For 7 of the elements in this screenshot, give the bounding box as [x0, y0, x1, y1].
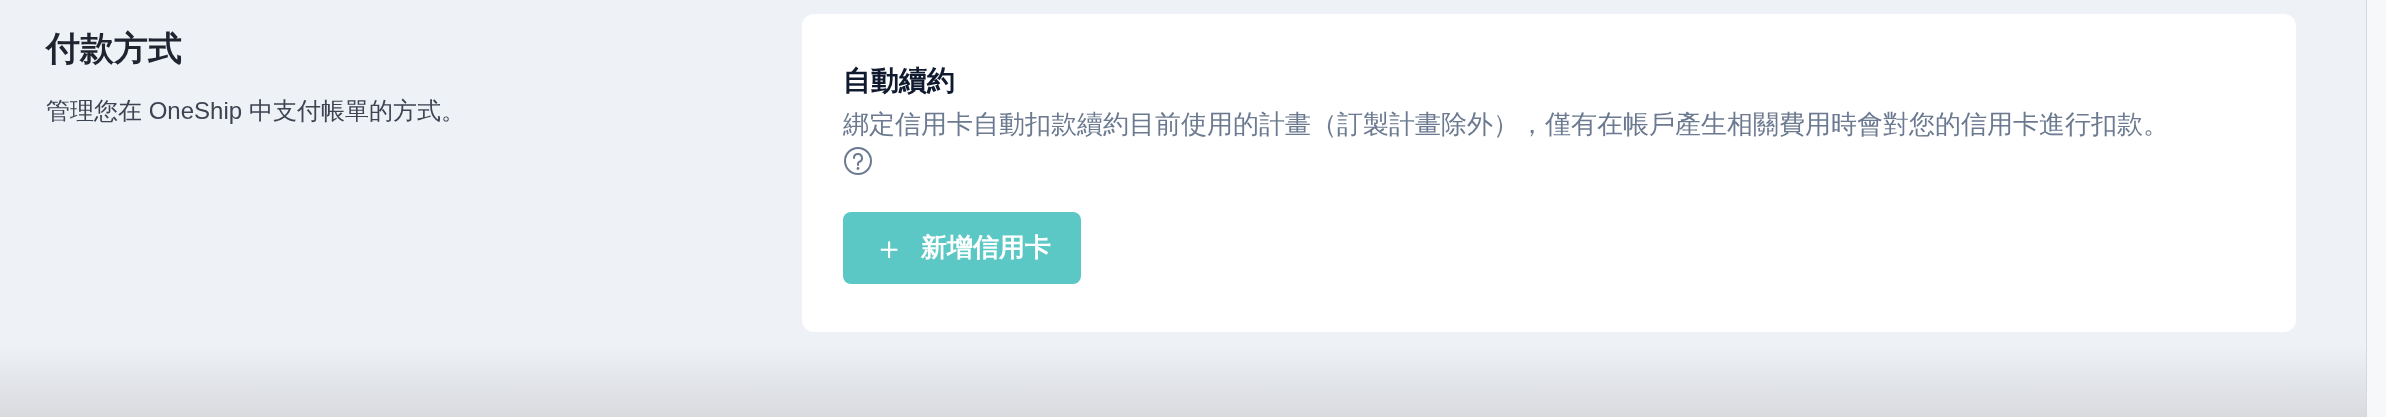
scrollbar[interactable] — [2366, 0, 2386, 417]
section-title: 付款方式 — [46, 28, 183, 69]
add-credit-card-button[interactable]: ＋ 新增信用卡 — [843, 212, 1081, 284]
help-icon[interactable] — [843, 146, 873, 176]
card-description: 綁定信用卡自動扣款續約目前使用的計畫（訂製計畫除外），僅有在帳戶產生相關費用時會對您的信用卡進行扣款。 — [843, 107, 2170, 141]
card-title: 自動續約 — [843, 64, 956, 98]
section-description: 管理您在 OneShip 中支付帳單的方式。 — [46, 95, 466, 126]
